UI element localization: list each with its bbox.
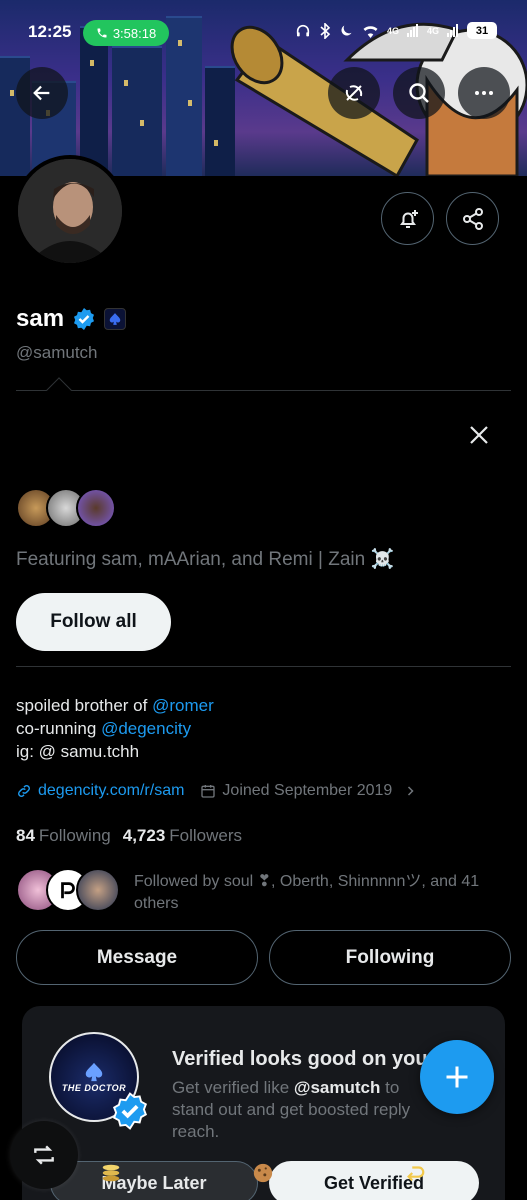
battery-level: 31 [475, 24, 489, 37]
following-button[interactable]: Following [269, 930, 511, 985]
profile-bio: spoiled brother of @romer co-running @de… [16, 694, 214, 763]
spade-icon [85, 1062, 103, 1082]
plus-icon [446, 1066, 468, 1088]
ongoing-call-pill[interactable]: 3:58:18 [83, 20, 169, 46]
featuring-text: Featuring sam, mAArian, and Remi | Zain … [16, 549, 395, 570]
grok-button[interactable] [328, 67, 380, 119]
follow-all-button[interactable]: Follow all [16, 593, 171, 651]
verified-badge-icon[interactable] [72, 307, 96, 331]
section-divider [16, 666, 511, 667]
cookie-shape-icon [253, 1163, 273, 1183]
call-timer: 3:58:18 [112, 25, 157, 41]
following-count: 84 [16, 826, 35, 845]
bio-text: ig: @ samu.tchh [16, 742, 140, 761]
back-button[interactable] [16, 67, 68, 119]
repost-icon [34, 1145, 54, 1165]
mention-link[interactable]: @degencity [101, 719, 191, 738]
avatar-photo [18, 159, 122, 263]
suggestions-divider [16, 390, 511, 391]
notifications-subscribe-button[interactable] [381, 192, 434, 245]
search-button[interactable] [393, 67, 445, 119]
followed-by-avatars[interactable] [16, 868, 120, 912]
suggested-accounts-avatars[interactable] [16, 488, 116, 528]
signal-icon-1 [406, 24, 418, 37]
bio-text: spoiled brother of [16, 696, 153, 715]
do-not-disturb-moon-icon [341, 25, 352, 36]
following-count-link[interactable]: 84 Following [16, 826, 111, 846]
spade-icon [109, 313, 121, 325]
cookie-icon[interactable] [250, 1160, 276, 1186]
return-icon[interactable] [402, 1160, 428, 1186]
repost-float-button[interactable] [10, 1121, 78, 1189]
website-link[interactable]: degencity.com/r/sam [38, 782, 184, 800]
link-icon [18, 785, 30, 797]
bell-plus-icon [399, 209, 418, 228]
bio-text: co-running [16, 719, 102, 738]
headphones-icon [296, 24, 310, 36]
close-icon [470, 426, 488, 444]
grok-icon [345, 85, 363, 101]
following-label: Following [38, 826, 111, 845]
battery-indicator: 31 [467, 22, 497, 39]
profile-handle: @samutch [16, 343, 98, 362]
more-horizontal-icon [475, 91, 493, 95]
wifi-icon [363, 25, 378, 38]
search-icon [409, 83, 429, 103]
message-button[interactable]: Message [16, 930, 258, 985]
profile-avatar[interactable] [14, 155, 126, 267]
profile-name-row: sam [16, 305, 127, 333]
network-4g-label-2: 4G [426, 25, 439, 36]
network-4g-label-1: 4G [386, 25, 399, 36]
followers-label: Followers [169, 826, 243, 845]
card-title: Verified looks good on you [172, 1048, 428, 1070]
verified-badge-icon [112, 1092, 148, 1130]
compose-post-button[interactable] [420, 1040, 494, 1114]
bluetooth-icon [320, 22, 331, 39]
suggestions-pointer [46, 377, 72, 403]
followers-count: 4,723 [122, 826, 166, 845]
get-verified-button[interactable]: Get Verified [269, 1161, 479, 1200]
more-options-button[interactable] [458, 67, 510, 119]
signal-icon-2 [447, 24, 458, 37]
undo-arrow-icon [407, 1166, 425, 1182]
status-bar: 12:25 3:58:18 4G 4G 31 [0, 0, 527, 62]
arrow-left-icon [33, 85, 50, 101]
stack-icon [102, 1164, 120, 1182]
profile-meta: degencity.com/r/sam Joined September 201… [16, 782, 416, 800]
card-desc-prefix: Get verified like [172, 1078, 294, 1097]
close-suggestions-button[interactable] [462, 418, 496, 452]
affiliate-badge-icon[interactable] [104, 308, 127, 330]
mention-link[interactable]: @romer [152, 696, 214, 715]
maybe-later-button[interactable]: Maybe Later [50, 1161, 258, 1200]
follower-avatar [76, 868, 120, 912]
status-time: 12:25 [28, 22, 72, 41]
joined-date: Joined September 2019 [222, 782, 393, 799]
system-icons: 4G 4G 31 [295, 22, 497, 39]
phone-icon [97, 28, 107, 38]
suggested-avatar [76, 488, 116, 528]
profile-name: sam [16, 305, 65, 332]
share-icon [462, 207, 483, 230]
followers-count-link[interactable]: 4,723 Followers [123, 826, 242, 846]
share-profile-button[interactable] [446, 192, 499, 245]
chevron-right-icon[interactable] [404, 785, 416, 797]
followed-by-text[interactable]: Followed by soul ❣, Oberth, Shinnnnnツ, a… [134, 871, 504, 915]
card-desc-handle: @samutch [293, 1078, 381, 1097]
calendar-icon [201, 785, 216, 798]
layers-icon[interactable] [98, 1160, 124, 1186]
follow-counts: 84 Following 4,723 Followers [16, 826, 242, 846]
card-description: Get verified like @samutch to stand out … [172, 1077, 432, 1143]
